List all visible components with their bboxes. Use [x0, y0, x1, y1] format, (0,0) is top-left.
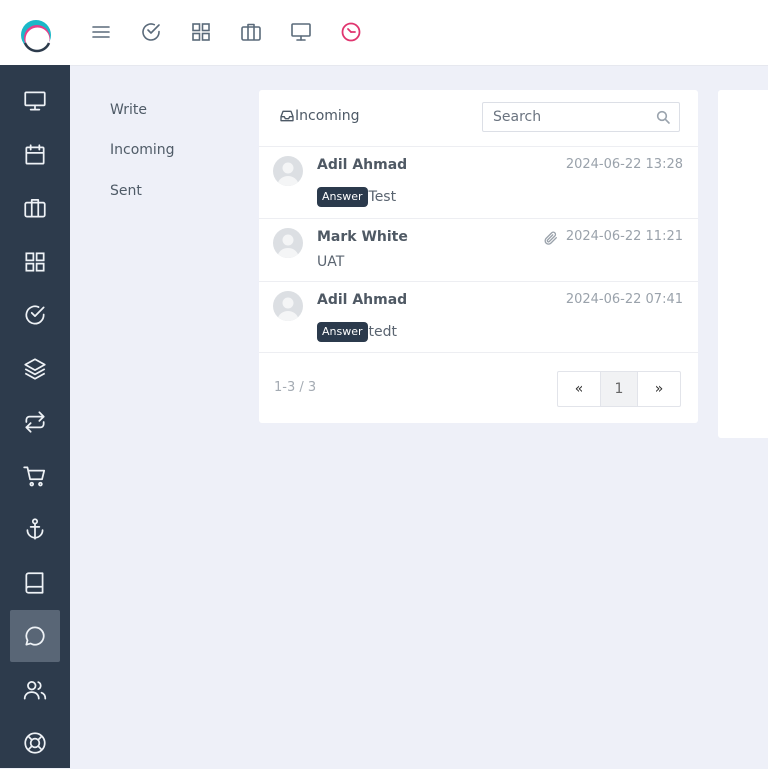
menu-icon[interactable] — [89, 20, 113, 44]
submenu-incoming[interactable]: Incoming — [110, 142, 175, 158]
pagination-prev-button[interactable]: « — [558, 372, 600, 406]
sidebar-item-docs[interactable] — [10, 557, 60, 609]
mailbox-title: Incoming — [279, 108, 360, 124]
message-date: 2024-06-22 13:28 — [565, 157, 683, 172]
search-input[interactable] — [493, 109, 643, 125]
result-count: 1-3 / 3 — [274, 380, 317, 395]
briefcase-icon — [24, 199, 46, 218]
message-subject: UAT — [317, 254, 345, 270]
monitor-icon[interactable] — [289, 20, 313, 44]
avatar — [273, 228, 303, 258]
grid-icon — [25, 252, 45, 272]
anchor-icon — [26, 518, 44, 540]
calendar-icon — [25, 144, 45, 165]
message-preview: Answer tedt — [317, 322, 397, 342]
inbox-icon — [280, 110, 294, 122]
sidebar-item-projects[interactable] — [10, 182, 60, 234]
message-row[interactable]: Adil Ahmad 2024-06-22 13:28 Answer Test — [259, 147, 698, 219]
sidebar-item-messages[interactable] — [10, 610, 60, 662]
app-logo[interactable] — [18, 17, 54, 53]
sidebar-item-dashboard[interactable] — [10, 75, 60, 127]
users-icon — [23, 681, 47, 700]
search-box[interactable] — [482, 102, 680, 132]
briefcase-icon[interactable] — [239, 20, 263, 44]
sidebar-item-sync[interactable] — [10, 396, 60, 448]
pagination-next-button[interactable]: » — [638, 372, 680, 406]
top-bar — [0, 0, 768, 66]
mailbox-header: Incoming — [259, 90, 698, 147]
sidebar-item-tasks[interactable] — [10, 289, 60, 341]
monitor-icon — [24, 91, 46, 111]
check-circle-icon — [25, 305, 45, 325]
check-circle-icon[interactable] — [139, 20, 163, 44]
pagination: « 1 » — [557, 371, 681, 407]
sidebar — [0, 65, 70, 768]
submenu-sent[interactable]: Sent — [110, 183, 142, 199]
message-date: 2024-06-22 11:21 — [565, 229, 683, 244]
sidebar-item-help[interactable] — [10, 717, 60, 769]
submenu-write[interactable]: Write — [110, 102, 147, 118]
message-row[interactable]: Adil Ahmad 2024-06-22 07:41 Answer tedt — [259, 282, 698, 353]
message-sender: Mark White — [317, 229, 408, 245]
sidebar-item-apps[interactable] — [10, 236, 60, 288]
repeat-icon — [25, 411, 45, 433]
message-subject: Test — [368, 189, 397, 205]
pagination-page-button[interactable]: 1 — [600, 372, 638, 406]
avatar — [273, 156, 303, 186]
avatar — [273, 291, 303, 321]
grid-icon[interactable] — [189, 20, 213, 44]
message-preview: Answer Test — [317, 187, 396, 207]
book-icon — [25, 572, 44, 594]
answer-badge: Answer — [317, 187, 368, 207]
message-row[interactable]: Mark White 2024-06-22 11:21 UAT — [259, 219, 698, 282]
answer-badge: Answer — [317, 322, 368, 342]
sidebar-item-users[interactable] — [10, 664, 60, 716]
message-preview: UAT — [317, 254, 344, 270]
sidebar-item-layers[interactable] — [10, 343, 60, 395]
message-sender: Adil Ahmad — [317, 292, 408, 308]
paperclip-icon — [544, 231, 557, 245]
message-sender: Adil Ahmad — [317, 157, 408, 173]
detail-panel — [718, 90, 768, 438]
chat-icon — [25, 626, 45, 646]
mailbox-title-text: Incoming — [295, 108, 360, 124]
layers-icon — [24, 358, 46, 380]
cart-icon — [23, 466, 46, 487]
gauge-icon[interactable] — [339, 20, 363, 44]
sidebar-item-anchor[interactable] — [10, 503, 60, 555]
message-subject: tedt — [368, 324, 397, 340]
search-icon[interactable] — [655, 109, 671, 125]
mailbox-card: Incoming Adil Ahmad 2024-06-22 13:28 Ans… — [259, 90, 698, 423]
message-date: 2024-06-22 07:41 — [565, 292, 683, 307]
lifebuoy-icon — [24, 732, 46, 754]
sidebar-item-calendar[interactable] — [10, 129, 60, 181]
sidebar-item-shop[interactable] — [10, 450, 60, 502]
